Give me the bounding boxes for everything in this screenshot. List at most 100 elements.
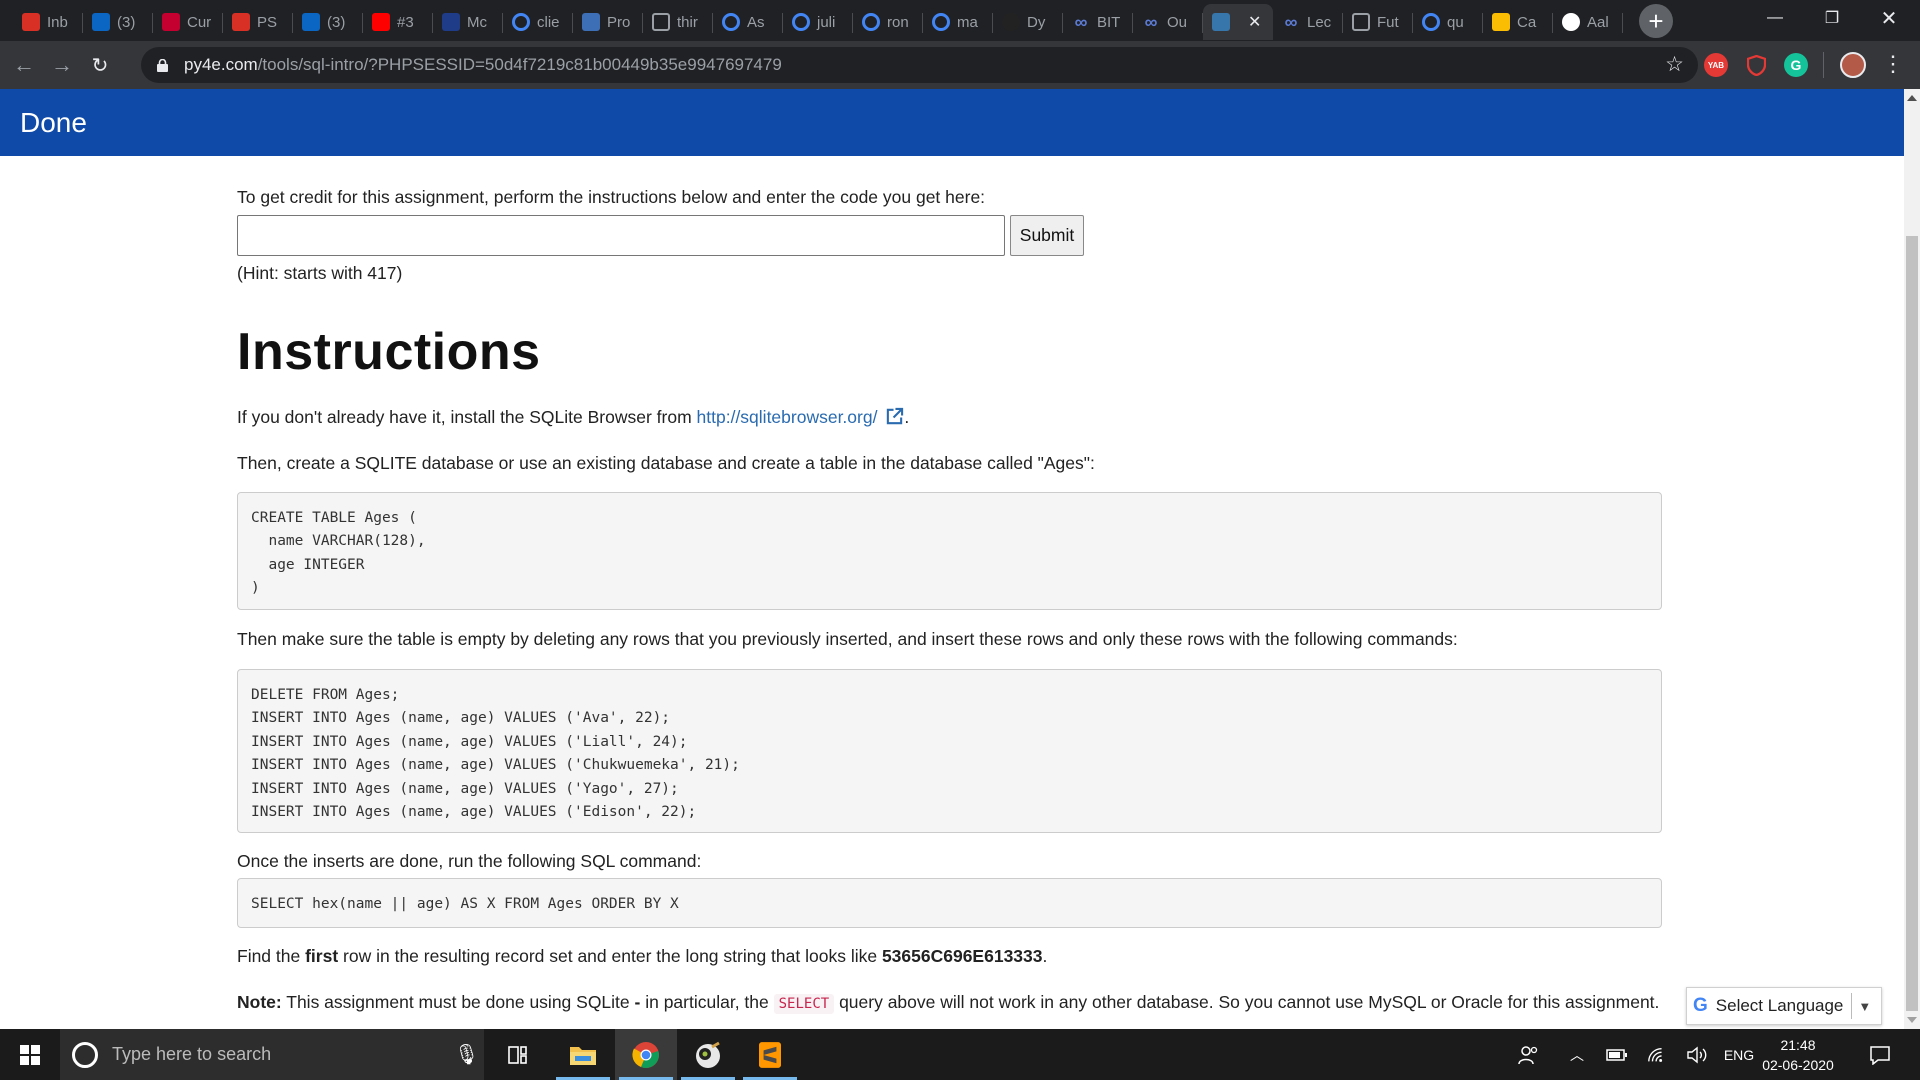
back-button[interactable]: ← [6,47,42,83]
mail-icon [442,13,460,31]
taskbar-search[interactable]: Type here to search 🎙 [60,1029,484,1080]
battery-icon[interactable] [1604,1029,1630,1080]
browser-tab[interactable]: qu [1413,4,1483,40]
python-icon [1212,13,1230,31]
windows-taskbar: Type here to search 🎙 ︿ ENG 21:48 02-06-… [0,1029,1920,1080]
tab-label: thir [677,13,698,31]
scroll-down-arrow-icon[interactable] [1907,1017,1917,1023]
browser-tab[interactable]: Fut [1343,4,1413,40]
sublime-text-app[interactable] [739,1029,801,1080]
browser-tab[interactable]: juli [783,4,853,40]
sqlitebrowser-link[interactable]: http://sqlitebrowser.org/ [697,407,878,427]
system-clock[interactable]: 21:48 02-06-2020 [1758,1035,1838,1075]
task-view-button[interactable] [488,1029,550,1080]
sublime-text-icon [759,1041,781,1068]
profile-avatar[interactable] [1840,52,1866,78]
linkedin-icon [92,13,110,31]
chrome-icon [632,1041,659,1068]
gmail-icon [22,13,40,31]
browser-tab[interactable]: Inb [13,4,83,40]
browser-tab[interactable]: (3) [293,4,363,40]
address-bar[interactable]: py4e.com/tools/sql-intro/?PHPSESSID=50d4… [141,47,1698,83]
url-host: py4e.com [184,55,258,74]
code-input[interactable] [237,215,1005,256]
menu-kebab-icon[interactable]: ⋮ [1882,51,1904,77]
browser-tab[interactable]: Pro [573,4,643,40]
shield-extension-icon[interactable] [1744,53,1768,77]
browser-tab[interactable]: PS [223,4,293,40]
tab-label: clie [537,13,560,31]
forward-button[interactable]: → [44,47,80,83]
file-explorer-app[interactable] [552,1029,614,1080]
submit-button[interactable]: Submit [1010,215,1084,256]
github-icon [1562,13,1580,31]
browser-tab[interactable]: ma [923,4,993,40]
microphone-icon[interactable]: 🎙 [454,1042,479,1067]
browser-tab[interactable]: ✕ [1203,4,1273,40]
clock-time: 21:48 [1780,1037,1816,1053]
tab-label: Cur [187,13,212,31]
reload-button[interactable]: ↻ [82,47,118,83]
cortana-circle-icon [72,1041,98,1068]
browser-tab[interactable]: (3) [83,4,153,40]
notification-center-button[interactable] [1862,1029,1898,1080]
grammarly-icon[interactable]: G [1784,53,1808,77]
wifi-icon[interactable] [1644,1029,1670,1080]
browser-tab[interactable]: ron [853,4,923,40]
youtube-icon [372,13,390,31]
browser-tab[interactable]: As [713,4,783,40]
tab-label: Ou [1167,13,1188,31]
people-icon[interactable] [1512,1029,1546,1080]
gimp-app[interactable] [677,1029,739,1080]
volume-icon[interactable] [1684,1029,1710,1080]
browser-tab[interactable]: ∞ Lec [1273,4,1343,40]
google-icon [862,13,880,31]
start-button[interactable] [0,1029,60,1080]
browser-tab[interactable]: Cur [153,4,223,40]
input-language[interactable]: ENG [1721,1029,1757,1080]
hint-text: (Hint: starts with 417) [237,263,403,283]
browser-tab[interactable]: clie [503,4,573,40]
site-navbar: Done [0,89,1904,156]
search-placeholder: Type here to search [112,1044,272,1064]
navbar-brand[interactable]: Done [20,107,87,139]
tab-label: #3 [397,13,414,31]
empty-table-text: Then make sure the table is empty by del… [237,629,1458,649]
browser-tab[interactable]: ∞ BIT [1063,4,1133,40]
create-table-text: Then, create a SQLITE database or use an… [237,453,1095,473]
insert-rows-code: DELETE FROM Ages; INSERT INTO Ages (name… [237,669,1662,833]
chrome-app[interactable] [615,1029,677,1080]
browser-tab[interactable]: thir [643,4,713,40]
tab-label: Ca [1517,13,1537,31]
page-scrollbar[interactable] [1904,89,1920,1029]
forward-arrow-icon: → [51,52,73,77]
browser-tab[interactable]: ∞ Ou [1133,4,1203,40]
tab-strip: Inb (3) Cur PS (3) #3 Mc clie Pro thir As juli ron ma… [0,0,1920,41]
new-tab-button[interactable]: + [1639,4,1673,38]
show-hidden-icons-chevron-icon[interactable]: ︿ [1566,1029,1588,1080]
bookmark-star-icon[interactable]: ☆ [1665,52,1684,77]
google-translate-select[interactable]: G Select Language ▼ [1686,987,1882,1025]
tab-label: juli [817,13,836,31]
tab-label: qu [1447,13,1464,31]
tab-label: BIT [1097,13,1121,31]
yab-extension-icon[interactable]: YAB [1704,53,1728,77]
google-g-icon: G [1693,995,1708,1016]
close-tab-icon[interactable]: ✕ [1248,12,1261,32]
tab-label: Inb [47,13,68,31]
close-window-button[interactable]: ✕ [1862,0,1916,36]
browser-tab[interactable]: Aal [1553,4,1623,40]
google-icon [722,13,740,31]
minimize-button[interactable]: — [1748,0,1802,36]
scrollbar-thumb[interactable] [1906,236,1918,1011]
browser-tab[interactable]: Ca [1483,4,1553,40]
browser-tab[interactable]: #3 [363,4,433,40]
run-command-text: Once the inserts are done, run the follo… [237,851,702,871]
image-icon [652,13,670,31]
drive-icon [1492,13,1510,31]
restore-button[interactable]: ❐ [1805,0,1859,36]
external-link-icon[interactable] [885,407,904,426]
scroll-up-arrow-icon[interactable] [1907,95,1917,101]
browser-tab[interactable]: Dy [993,4,1063,40]
browser-tab[interactable]: Mc [433,4,503,40]
